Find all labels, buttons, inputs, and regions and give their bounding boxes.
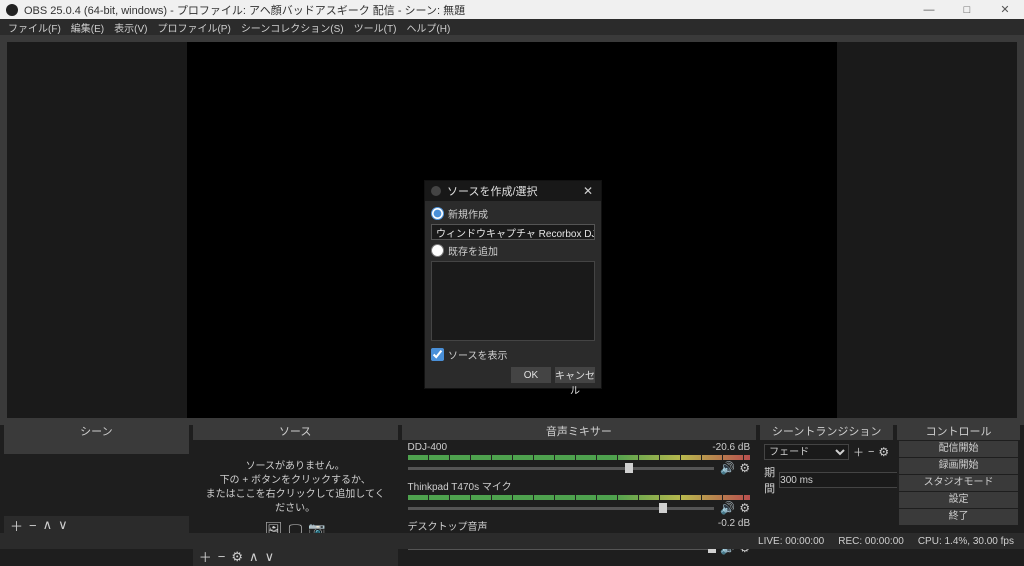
transition-mode-select[interactable]: フェード	[764, 444, 849, 460]
source-up-button[interactable]: ∧	[249, 549, 259, 565]
sources-title: ソース	[193, 425, 398, 440]
track-db: -0.2 dB	[718, 518, 750, 533]
source-remove-button[interactable]: −	[218, 549, 226, 564]
scene-up-button[interactable]: ∧	[43, 517, 53, 533]
scene-item[interactable]	[4, 440, 189, 454]
menubar: ファイル(F) 編集(E) 表示(V) プロファイル(P) シーンコレクション(…	[0, 19, 1024, 35]
track-name: DDJ-400	[408, 442, 447, 453]
duration-input[interactable]	[779, 472, 913, 488]
opt-existing-label[interactable]: 既存を追加	[431, 243, 595, 258]
track-settings-button[interactable]: ⚙	[739, 501, 750, 515]
transitions-dock: シーントランジション フェード ＋ − ⚙ 期間 ◇	[760, 425, 893, 534]
scene-remove-button[interactable]: −	[29, 518, 37, 533]
scenes-title: シーン	[4, 425, 189, 440]
audio-meter	[408, 455, 751, 460]
dialog-title: ソースを作成/選択	[447, 183, 538, 199]
settings-button[interactable]: 設定	[899, 492, 1018, 508]
new-source-name-input[interactable]	[431, 224, 595, 240]
audio-meter	[408, 495, 751, 500]
status-live: LIVE: 00:00:00	[758, 536, 824, 547]
source-visible-checkbox[interactable]	[431, 348, 444, 361]
create-source-dialog: ソースを作成/選択 ✕ 新規作成 既存を追加 ソースを表示 OK キャンセル	[424, 180, 602, 389]
menu-scene-collection[interactable]: シーンコレクション(S)	[237, 20, 348, 35]
dialog-close-button[interactable]: ✕	[575, 184, 601, 198]
sources-list[interactable]: ソースがありません。 下の + ボタンをクリックするか、 またはここを右クリック…	[193, 440, 398, 548]
menu-profile[interactable]: プロファイル(P)	[153, 20, 234, 35]
dialog-logo-icon	[431, 186, 441, 196]
transition-remove-button[interactable]: −	[868, 446, 874, 458]
close-button[interactable]: ✕	[986, 0, 1024, 19]
transition-settings-button[interactable]: ⚙	[878, 445, 889, 459]
menu-help[interactable]: ヘルプ(H)	[402, 20, 454, 35]
existing-sources-list[interactable]	[431, 261, 595, 341]
app-logo-icon	[6, 4, 18, 16]
scene-add-button[interactable]: ＋	[10, 516, 23, 535]
scene-down-button[interactable]: ∨	[58, 517, 68, 533]
mute-button[interactable]: 🔊	[720, 501, 735, 515]
sources-empty-line: ソースがありません。	[201, 460, 390, 474]
duration-label: 期間	[764, 464, 775, 496]
sources-dock: ソース ソースがありません。 下の + ボタンをクリックするか、 またはここを右…	[193, 425, 398, 534]
start-streaming-button[interactable]: 配信開始	[899, 441, 1018, 457]
source-visible-label: ソースを表示	[448, 347, 508, 362]
dialog-cancel-button[interactable]: キャンセル	[555, 367, 595, 383]
source-settings-button[interactable]: ⚙	[231, 549, 243, 565]
start-recording-button[interactable]: 録画開始	[899, 458, 1018, 474]
track-settings-button[interactable]: ⚙	[739, 461, 750, 475]
volume-slider[interactable]	[408, 507, 715, 510]
opt-new-radio[interactable]	[431, 207, 444, 220]
scenes-list[interactable]	[4, 440, 189, 516]
sources-empty-line: 下の + ボタンをクリックするか、	[201, 474, 390, 488]
menu-tools[interactable]: ツール(T)	[350, 20, 401, 35]
studio-mode-button[interactable]: スタジオモード	[899, 475, 1018, 491]
opt-new-label[interactable]: 新規作成	[431, 206, 595, 221]
status-cpu: CPU: 1.4%, 30.00 fps	[918, 536, 1014, 547]
window-titlebar: OBS 25.0.4 (64-bit, windows) - プロファイル: ア…	[0, 0, 1024, 19]
opt-existing-radio[interactable]	[431, 244, 444, 257]
track-db: -20.6 dB	[712, 442, 750, 453]
minimize-button[interactable]: —	[910, 0, 948, 19]
mixer-dock: 音声ミキサー DDJ-400 -20.6 dB 🔊 ⚙ Thinkpad T470s…	[402, 425, 757, 534]
source-down-button[interactable]: ∨	[265, 549, 275, 565]
track-name: Thinkpad T470s マイク	[408, 478, 512, 493]
controls-dock: コントロール 配信開始 録画開始 スタジオモード 設定 終了	[897, 425, 1020, 534]
dialog-ok-button[interactable]: OK	[511, 367, 551, 383]
mute-button[interactable]: 🔊	[720, 461, 735, 475]
exit-button[interactable]: 終了	[899, 509, 1018, 525]
sources-empty-line: またはここを右クリックして追加してください。	[201, 488, 390, 516]
menu-file[interactable]: ファイル(F)	[4, 20, 65, 35]
maximize-button[interactable]: □	[948, 0, 986, 19]
volume-slider[interactable]	[408, 467, 715, 470]
status-rec: REC: 00:00:00	[838, 536, 904, 547]
menu-edit[interactable]: 編集(E)	[67, 20, 108, 35]
transitions-title: シーントランジション	[760, 425, 893, 440]
source-add-button[interactable]: ＋	[199, 547, 212, 566]
mixer-title: 音声ミキサー	[402, 425, 757, 440]
transition-add-button[interactable]: ＋	[853, 444, 864, 460]
scenes-dock: シーン ＋ − ∧ ∨	[4, 425, 189, 534]
statusbar: LIVE: 00:00:00 REC: 00:00:00 CPU: 1.4%, …	[0, 533, 1024, 549]
window-title: OBS 25.0.4 (64-bit, windows) - プロファイル: ア…	[24, 2, 465, 18]
controls-title: コントロール	[897, 425, 1020, 440]
track-name: デスクトップ音声	[408, 518, 488, 533]
menu-view[interactable]: 表示(V)	[110, 20, 151, 35]
